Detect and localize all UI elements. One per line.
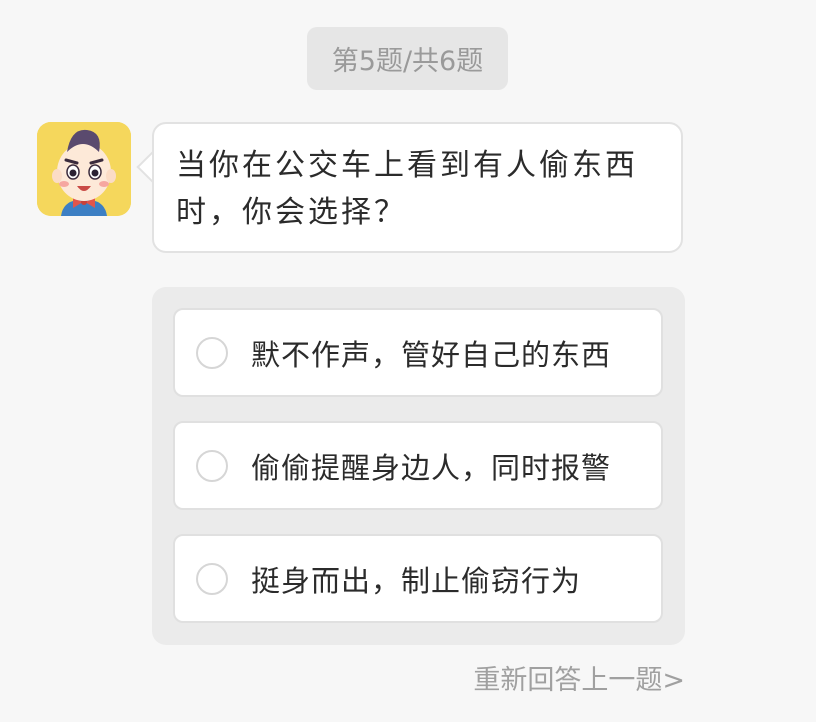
option-item-3[interactable]: 挺身而出，制止偷窃行为 — [173, 534, 663, 623]
option-item-1[interactable]: 默不作声，管好自己的东西 — [173, 308, 663, 397]
radio-circle-icon[interactable] — [196, 449, 228, 482]
back-to-previous-link[interactable]: 重新回答上一题> — [473, 658, 685, 697]
avatar — [37, 122, 131, 216]
option-item-2[interactable]: 偷偷提醒身边人，同时报警 — [173, 421, 663, 510]
options-panel: 默不作声，管好自己的东西 偷偷提醒身边人，同时报警 挺身而出，制止偷窃行为 — [152, 287, 685, 645]
progress-text: 第5题/共6题 — [331, 46, 484, 77]
radio-circle-icon[interactable] — [196, 562, 228, 595]
option-label: 挺身而出，制止偷窃行为 — [251, 563, 582, 598]
question-bubble: 当你在公交车上看到有人偷东西时，你会选择？ — [152, 122, 683, 253]
option-label: 默不作声，管好自己的东西 — [251, 337, 612, 372]
question-text: 当你在公交车上看到有人偷东西时，你会选择？ — [176, 148, 638, 230]
cartoon-boy-icon — [37, 122, 131, 216]
radio-circle-icon[interactable] — [196, 336, 228, 369]
progress-indicator: 第5题/共6题 — [307, 27, 508, 90]
option-label: 偷偷提醒身边人，同时报警 — [251, 450, 612, 485]
